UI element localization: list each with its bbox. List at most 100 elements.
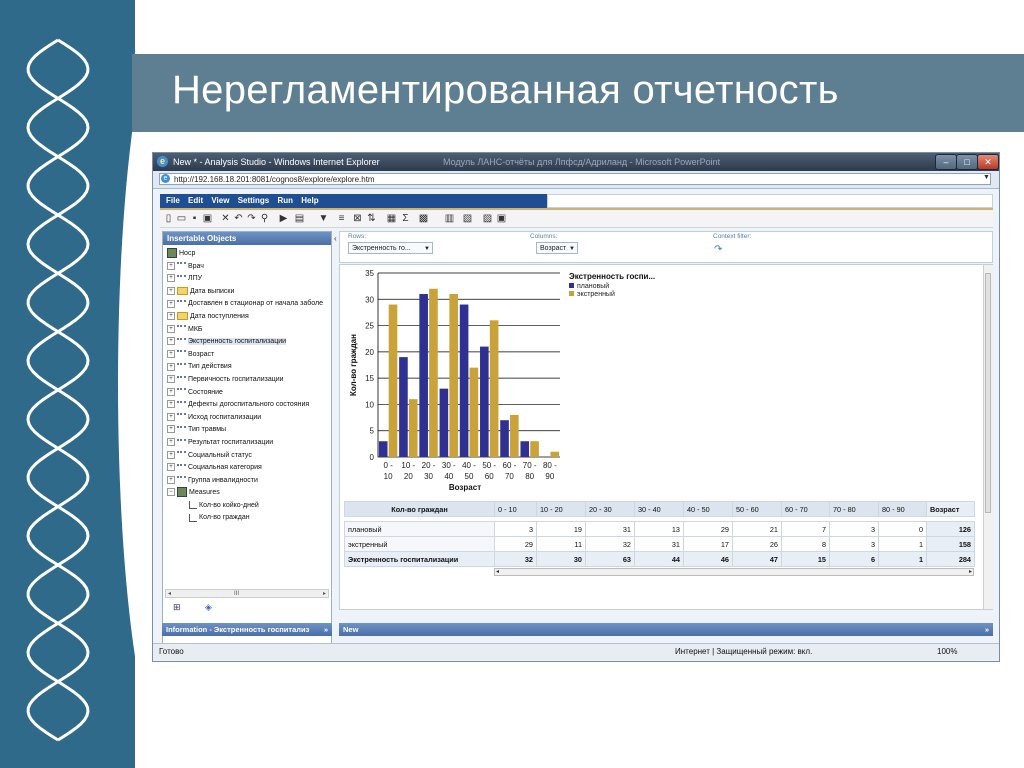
suppress-icon[interactable]: ⊠ (352, 213, 363, 224)
source-tab-icon[interactable]: ⊞ (173, 602, 183, 612)
expand-icon[interactable]: + (167, 412, 175, 421)
measure-item[interactable]: Кол-во граждан (167, 512, 329, 525)
tree-item[interactable]: + Социальная категория (167, 462, 329, 475)
expand-icon[interactable]: + (167, 261, 175, 270)
menu-settings[interactable]: Settings (238, 196, 270, 205)
save-icon[interactable]: ▪ (189, 213, 200, 224)
expand-icon[interactable]: + (167, 362, 175, 371)
insert-icon[interactable]: ▤ (294, 213, 305, 224)
save-as-icon[interactable]: ▣ (202, 213, 213, 224)
expand-icon[interactable]: + (167, 438, 175, 447)
tree-item[interactable]: + Экстренность госпитализации (167, 336, 329, 349)
tree-item[interactable]: + Дата выписки (167, 286, 329, 299)
dimension-icon (177, 350, 186, 357)
sort-icon[interactable]: ⇅ (366, 213, 377, 224)
redo-icon[interactable]: ↷ (246, 213, 257, 224)
measure-icon (189, 513, 197, 522)
zoom-level[interactable]: 100% (937, 644, 957, 660)
address-input[interactable] (159, 173, 991, 185)
expand-icon[interactable]: + (167, 312, 175, 321)
tree-item[interactable]: + Исход госпитализации (167, 412, 329, 425)
context-filter-icon[interactable]: ↷ (714, 244, 722, 255)
dimension-icon (177, 400, 186, 408)
menu-view[interactable]: View (211, 196, 229, 205)
expand-icon[interactable]: + (167, 349, 175, 358)
tree-item[interactable]: + МКБ (167, 324, 329, 337)
menu-help[interactable]: Help (301, 196, 318, 205)
crosstab-cell: 8 (781, 536, 830, 552)
menu-edit[interactable]: Edit (188, 196, 203, 205)
menu-run[interactable]: Run (277, 196, 293, 205)
expand-icon[interactable]: + (167, 425, 175, 434)
panel-tabs: ⊞ ◈ (165, 600, 329, 616)
expand-icon[interactable]: » (985, 623, 989, 636)
crosstab-corner: Кол-во граждан (344, 501, 495, 517)
window-title: New * - Analysis Studio - Windows Intern… (173, 157, 380, 167)
tree-item[interactable]: + Возраст (167, 349, 329, 362)
find-icon[interactable]: ⚲ (259, 213, 270, 224)
crosstab-hscroll[interactable]: ◂ ▸ (494, 568, 974, 576)
tree-item[interactable]: + Тип травмы (167, 424, 329, 437)
expand-icon[interactable]: + (167, 375, 175, 384)
calc-icon[interactable]: ▩ (418, 213, 429, 224)
tree-item[interactable]: + Доставлен в стационар от начала заболе (167, 298, 329, 311)
address-dropdown-icon[interactable]: ▼ (983, 174, 990, 181)
explain-icon[interactable]: ▨ (482, 213, 493, 224)
expand-icon[interactable]: + (167, 324, 175, 333)
swap-icon[interactable]: ▦ (386, 213, 397, 224)
maximize-button[interactable]: □ (956, 154, 978, 170)
page-icon: e (161, 174, 170, 183)
run-icon[interactable]: ▶ (278, 213, 289, 224)
expand-icon[interactable]: + (167, 387, 175, 396)
slide-title: Нерегламентированная отчетность (172, 68, 839, 112)
rows-dropdown[interactable]: Экстренность го... ▼ (348, 242, 433, 254)
delete-icon[interactable]: ✕ (220, 213, 231, 224)
undo-icon[interactable]: ↶ (233, 213, 244, 224)
expand-icon[interactable]: + (167, 450, 175, 459)
tree-item[interactable]: − Measures (167, 487, 329, 500)
tree-item[interactable]: + Результат госпитализации (167, 437, 329, 450)
tree-item[interactable]: + Тип действия (167, 361, 329, 374)
y-tick-label: 10 (365, 400, 374, 409)
column-header: 10 - 20 (536, 501, 586, 517)
chart-type-icon[interactable]: ▧ (462, 213, 473, 224)
cube-tab-icon[interactable]: ◈ (205, 602, 215, 612)
expand-icon[interactable]: + (167, 299, 175, 308)
close-button[interactable]: ✕ (977, 154, 999, 170)
new-icon[interactable]: ▯ (163, 213, 174, 224)
columns-dropdown[interactable]: Возраст ▼ (536, 242, 578, 254)
expand-icon[interactable]: + (167, 463, 175, 472)
filter-icon[interactable]: ▼ (318, 213, 329, 224)
chart-icon[interactable]: ▥ (444, 213, 455, 224)
tree-item[interactable]: + ЛПУ (167, 273, 329, 286)
view-icon[interactable]: ▣ (496, 213, 507, 224)
report-vscroll[interactable] (983, 265, 993, 609)
scroll-thumb[interactable] (985, 273, 991, 513)
panel-hscroll[interactable]: ◂ III ▸ (165, 589, 329, 598)
expand-info-icon[interactable]: » (324, 623, 328, 636)
chevron-down-icon: ▼ (424, 246, 430, 252)
minimize-button[interactable]: – (935, 154, 957, 170)
expand-icon[interactable]: + (167, 337, 175, 346)
tree-item[interactable]: + Врач (167, 261, 329, 274)
tree-item[interactable]: + Социальный статус (167, 450, 329, 463)
expand-icon[interactable]: + (167, 475, 175, 484)
tree-item[interactable]: + Дата поступления (167, 311, 329, 324)
tree-item[interactable]: + Состояние (167, 387, 329, 400)
legend-label: плановый (577, 282, 609, 290)
measure-item[interactable]: Кол-во койко-дней (167, 500, 329, 513)
collapse-icon[interactable]: − (167, 488, 175, 497)
tree-item[interactable]: + Дефекты догоспитального состояния (167, 399, 329, 412)
x-tick-label: 90 (545, 472, 554, 481)
expand-icon[interactable]: + (167, 274, 175, 283)
tree-item[interactable]: + Группа инвалидности (167, 475, 329, 488)
tree-root[interactable]: Носр (167, 248, 329, 261)
sum-icon[interactable]: Σ (400, 213, 411, 224)
expand-icon[interactable]: + (167, 286, 175, 295)
top-bottom-icon[interactable]: ≡ (336, 213, 347, 224)
expand-icon[interactable]: + (167, 400, 175, 409)
tree-item[interactable]: + Первичность госпитализации (167, 374, 329, 387)
menu-file[interactable]: File (166, 196, 180, 205)
x-tick-label: 60 (485, 472, 494, 481)
open-icon[interactable]: ▭ (176, 213, 187, 224)
